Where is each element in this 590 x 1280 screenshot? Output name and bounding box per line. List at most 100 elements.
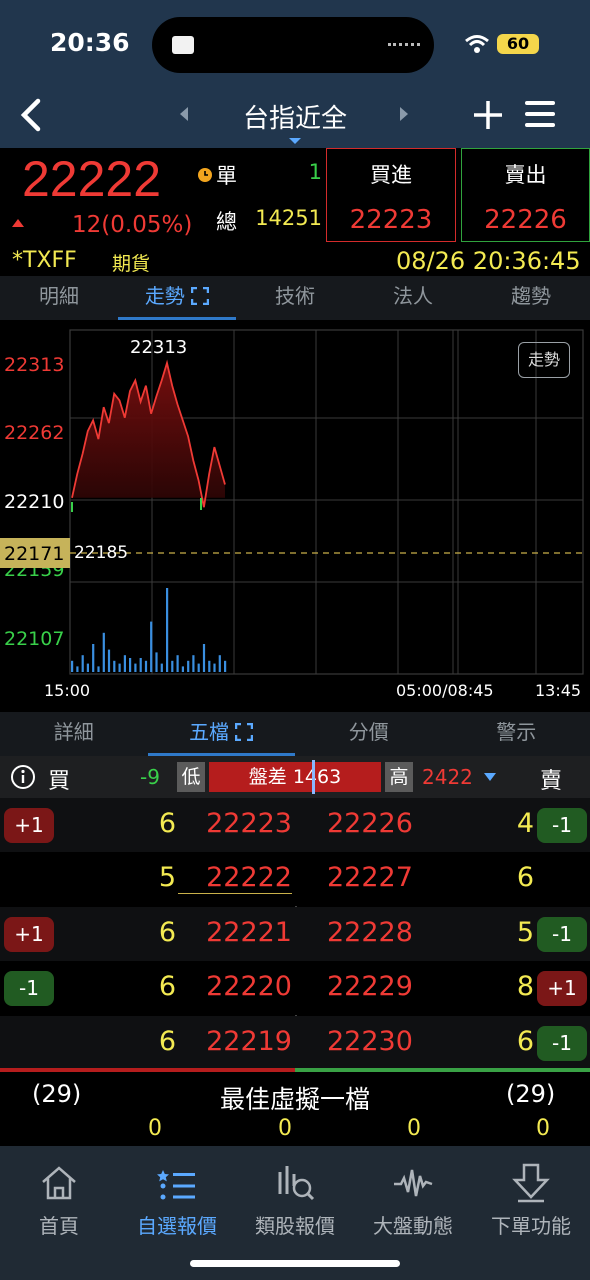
prev-symbol-icon[interactable] [178,106,190,122]
buy-box[interactable]: 買進 22223 [326,148,456,242]
volume-bar [181,666,184,672]
nav-sector[interactable]: 類股報價 [236,1146,354,1246]
virtual-left-count: (29) [32,1080,82,1108]
add-icon[interactable] [472,99,504,131]
book-row[interactable]: +1 6 22223 22226 4 -1 [0,798,590,852]
tab-trend[interactable]: 走勢 [118,276,236,320]
buy-quantity: 5 [158,862,176,894]
volume-bar [81,655,84,672]
page-title[interactable]: 台指近全 [215,98,375,135]
volume-bar [197,663,200,672]
volume-bar [113,660,116,672]
last-price: 22222 [22,151,162,207]
ref-annotation: 22185 [74,543,128,563]
time-label-start: 15:00 [44,681,90,700]
tab-tendency[interactable]: 趨勢 [472,276,590,320]
sell-quantity: 6 [516,1025,534,1057]
virtual-right-count: (29) [506,1080,556,1108]
book-row[interactable]: -1 6 22220 22229 8 +1 [0,961,590,1016]
book-row[interactable]: +1 6 22221 22228 5 -1 [0,906,590,961]
home-icon [42,1166,76,1200]
buy-quantity: 6 [158,971,176,1003]
nav-order-label: 下單功能 [491,1214,571,1238]
nav-watchlist-label: 自選報價 [137,1214,217,1238]
buy-price: 22221 [206,916,292,948]
volume-bar [213,663,216,672]
sell-change-chip: +1 [537,971,587,1007]
buy-quantity: 6 [158,916,176,948]
sell-price: 22230 [327,1025,413,1057]
back-chevron-icon[interactable] [16,98,46,132]
buy-change-chip: -1 [4,971,54,1007]
tab-details[interactable]: 詳細 [0,712,148,756]
single-value: 1 [308,160,322,184]
sell-box[interactable]: 賣出 22226 [461,148,590,242]
tab-five-levels[interactable]: 五檔 [147,712,295,756]
list-star-icon [157,1170,195,1200]
volume-bar [202,644,206,672]
buy-column-title: 買 [48,769,71,794]
buy-price: 22222 [178,862,292,895]
tab-technical[interactable]: 技術 [236,276,354,320]
pulse-icon [394,1169,433,1197]
next-symbol-icon[interactable] [398,106,410,122]
instrument-type: 期貨 [112,253,151,275]
single-label: 單 [216,164,237,188]
change-percent: (0.05%) [101,212,193,238]
nav-home[interactable]: 首頁 [0,1146,118,1246]
sell-label: 賣出 [504,163,547,187]
chart-mode-badge[interactable]: 走勢 [518,342,570,378]
nav-market-label: 大盤動態 [373,1214,453,1238]
buy-price: 22223 [206,808,292,839]
time-label-mid: 05:00/08:45 [396,681,494,700]
nav-sector-label: 類股報價 [255,1214,335,1238]
sell-price: 22228 [327,916,413,948]
info-icon[interactable] [10,764,36,790]
virtual-value-2: 0 [278,1116,292,1141]
expand-icon [235,722,254,742]
volume-bar [86,663,89,672]
volume-bar [150,621,153,672]
buy-delta: -9 [140,765,160,789]
high-label: 高 [385,762,413,792]
virtual-value-4: 0 [536,1116,550,1141]
volume-bar [71,660,74,672]
virtual-level-panel: (29) 最佳虛擬一檔 (29) 0 0 0 0 [0,1072,590,1146]
book-row[interactable]: 5 22222 22227 6 [0,852,590,907]
book-row[interactable]: 6 22219 22230 6 -1 [0,1015,590,1070]
expand-icon [190,286,210,306]
buy-quantity: 6 [158,1025,176,1057]
high-annotation: 22313 [130,337,187,358]
virtual-title: 最佳虛擬一檔 [219,1085,370,1114]
price-change: 12(0.05%) [72,212,192,238]
tab-alerts[interactable]: 警示 [443,712,590,756]
intraday-chart[interactable]: 22313 22262 22210 22159 22171 22107 2231… [0,320,590,712]
sell-quantity: 6 [516,862,534,894]
volume-bar [166,588,169,672]
order-down-icon [512,1163,550,1203]
buy-price: 22219 [206,1025,292,1057]
volume-bar [92,644,95,672]
tab-price-volume[interactable]: 分價 [295,712,443,756]
buy-change-chip: +1 [4,808,54,843]
sell-quantity: 5 [516,916,534,948]
alarm-clock-icon[interactable] [196,165,214,183]
nav-bar: 台指近全 [0,90,590,148]
nav-market[interactable]: 大盤動態 [354,1146,472,1246]
sell-quantity: 8 [516,971,534,1003]
tab-detail[interactable]: 明細 [0,276,118,320]
app-icon [172,36,194,54]
menu-icon[interactable] [524,99,556,129]
tab-institutional[interactable]: 法人 [354,276,472,320]
buy-change-chip: +1 [4,916,54,952]
sell-price: 22229 [327,971,413,1003]
status-bar: 20:36 60 [0,0,590,90]
buy-price: 22220 [206,971,292,1003]
dropdown-icon[interactable] [483,772,497,782]
nav-order[interactable]: 下單功能 [472,1146,590,1246]
chart-svg: 22313 22262 22210 22159 22171 22107 2231… [0,329,584,700]
nav-watchlist[interactable]: 自選報價 [118,1146,236,1246]
volume-bar [160,663,163,672]
sell-quantity: 4 [516,808,534,839]
bottom-nav: 首頁 自選報價 類股報價 大盤動態 下單功能 [0,1146,590,1280]
